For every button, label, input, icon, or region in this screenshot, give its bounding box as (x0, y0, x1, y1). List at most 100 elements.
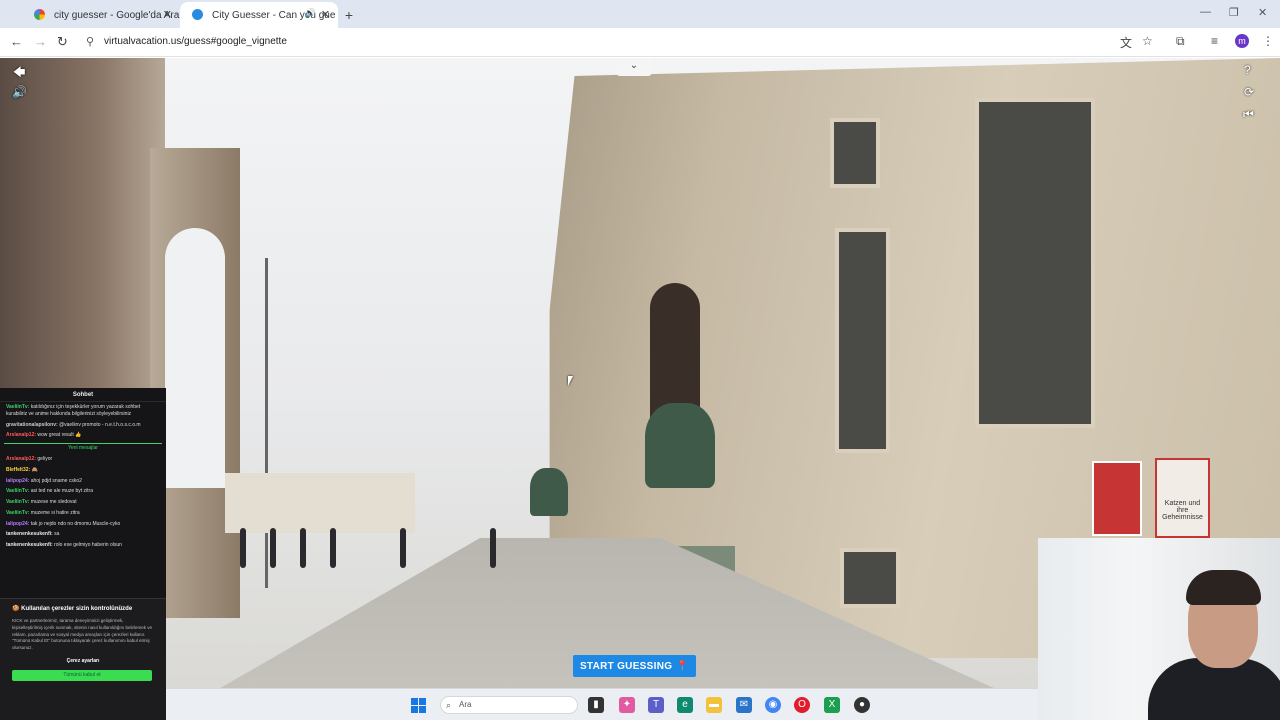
chat-user[interactable]: VaeliinTv: (6, 488, 29, 494)
lion-statue (530, 468, 568, 516)
chat-message: Arslanalp12: wow great result 👍 (0, 430, 166, 441)
distant-buildings (225, 473, 415, 533)
palace-window (840, 548, 900, 608)
chat-text: rolo ese gelmiyo haberin olsun (54, 542, 122, 548)
xbox-icon[interactable]: X (824, 697, 840, 713)
palace-window (830, 118, 880, 188)
chat-message: VaeliinTv: muzeme si hatire zitra (0, 508, 166, 519)
chat-title: Sohbet (0, 388, 166, 402)
refresh-icon[interactable]: ⟳ (1244, 85, 1254, 99)
chrome-icon[interactable]: ◉ (765, 697, 781, 713)
cookie-icon: 🍪 (12, 606, 20, 612)
tab-google-search[interactable]: city guesser - Google'da Ara ✕ (22, 2, 180, 28)
windows-taskbar: ⌕ Ara ▮ ✦ T e ▬ ✉ ◉ O X ● (166, 688, 1038, 720)
chat-user[interactable]: gravitationalapsilonv: (6, 422, 58, 428)
translate-icon[interactable]: 文 (1120, 34, 1132, 51)
chat-text: muzese me sledovat (30, 499, 77, 505)
chat-text: ahoj pdjd sname csko2 (30, 477, 82, 484)
tab-title: City Guesser - Can you gue (212, 9, 336, 21)
pedestrian (240, 528, 246, 568)
pedestrian (300, 528, 306, 568)
chat-text: 🙈 (31, 466, 38, 473)
forward-icon[interactable]: → (34, 34, 47, 49)
tab-city-guesser[interactable]: City Guesser - Can you gue 🔊 ✕ (180, 2, 338, 28)
mouse-cursor-icon (568, 376, 573, 386)
chat-user[interactable]: Bleffelt32: (6, 467, 30, 473)
minimize-icon[interactable]: — (1200, 6, 1211, 18)
chat-message: Arslanalp12: geliyor (0, 454, 166, 465)
chat-text: muzeme si hatire zitra (30, 509, 80, 516)
google-icon (34, 9, 45, 20)
chat-text: wow great result 👍 (37, 432, 82, 439)
cookie-settings-button[interactable]: Çerez ayarları (12, 658, 154, 664)
start-guessing-label: START GUESSING (579, 660, 673, 672)
globe-icon (192, 9, 203, 20)
windows-start-icon[interactable] (411, 698, 426, 713)
arrow-left-icon[interactable]: 🡄 (13, 63, 25, 84)
chat-user[interactable]: lalipop24: (6, 478, 29, 484)
reading-list-icon[interactable]: ≡ (1211, 34, 1218, 48)
street-lamp (265, 258, 268, 588)
reload-icon[interactable]: ↻ (57, 34, 68, 50)
chat-user[interactable]: VaeliinTv: (6, 404, 29, 410)
extensions-icon[interactable]: ⧉ (1176, 34, 1185, 49)
chat-message: Bleffelt32: 🙈 (0, 465, 166, 476)
taskbar-search[interactable]: ⌕ Ara (440, 696, 578, 714)
teams-icon[interactable]: T (648, 697, 664, 713)
task-view-icon[interactable]: ▮ (588, 697, 604, 713)
opera-icon[interactable]: O (794, 697, 810, 713)
back-icon[interactable]: ← (10, 34, 23, 49)
poster-cats: Katzen und ihre Geheimnisse (1155, 458, 1210, 538)
chat-message: lalipop24: tak jo nejdo ndo no dmomu Mus… (0, 519, 166, 530)
webcam-overlay (1038, 538, 1280, 720)
chat-text: @vaeliinv promoto - n.e.t.h.o.s.c.o.m (59, 421, 141, 428)
chat-message: tankenenkesukenfi: sa (0, 529, 166, 540)
chat-message: tankenenkesukenfi: rolo ese gelmiyo habe… (0, 540, 166, 551)
start-guessing-button[interactable]: START GUESSING 📍 (573, 655, 696, 677)
new-messages-divider: Yeni mesajlar (4, 443, 162, 452)
chat-user[interactable]: Arslanalp12: (6, 456, 36, 462)
chat-user[interactable]: VaeliinTv: (6, 510, 29, 516)
cookie-accept-button[interactable]: Tümünü kabul et (12, 669, 152, 681)
archway-opening (165, 228, 225, 488)
help-icon[interactable]: ? (1244, 63, 1251, 77)
chat-message: VaeliinTv: katıldığınız için teşekkürler… (0, 402, 166, 420)
address-bar[interactable]: ⚲ virtualvacation.us/guess#google_vignet… (78, 32, 1168, 53)
map-pin-icon: 📍 (676, 660, 690, 672)
chat-user[interactable]: lalipop24: (6, 521, 29, 527)
close-icon[interactable]: ✕ (163, 8, 172, 21)
chat-user[interactable]: tankenenkesukenfi: (6, 531, 53, 537)
edge-icon[interactable]: e (677, 697, 693, 713)
chat-text: geliyor (37, 456, 53, 462)
chevron-down-icon[interactable]: ⌄ (616, 58, 652, 76)
chat-message: VaeliinTv: asi ted ne ale muze byt zitra (0, 486, 166, 497)
speaker-icon[interactable]: 🔊 (12, 85, 27, 99)
close-window-icon[interactable]: ✕ (1258, 6, 1267, 19)
chat-user[interactable]: tankenenkesukenfi: (6, 542, 53, 548)
chat-message: gravitationalapsilonv: @vaeliinv promoto… (0, 420, 166, 431)
bookmark-star-icon[interactable]: ☆ (1142, 34, 1153, 48)
chat-user[interactable]: Arslanalp12: (6, 432, 36, 438)
maximize-icon[interactable]: ❐ (1229, 6, 1239, 19)
cookie-consent-panel: 🍪 Kullanılan çerezler sizin kontrolünüzd… (0, 598, 166, 720)
chat-user[interactable]: VaeliinTv: (6, 499, 29, 505)
chat-text: tak jo nejdo ndo no dmomu Muscle-cyko (30, 520, 121, 527)
file-explorer-icon[interactable]: ▬ (706, 697, 722, 713)
menu-icon[interactable]: ⋮ (1262, 34, 1274, 48)
streamer-hair (1186, 570, 1261, 605)
search-icon: ⌕ (446, 700, 452, 710)
pedestrian (490, 528, 496, 568)
speaker-icon[interactable]: 🔊 (305, 8, 316, 19)
copilot-icon[interactable]: ✦ (619, 697, 635, 713)
skip-back-icon[interactable]: ⏮ (1243, 107, 1254, 122)
tab-bar: city guesser - Google'da Ara ✕ City Gues… (0, 0, 1280, 28)
profile-avatar[interactable]: m (1235, 34, 1249, 48)
site-info-icon[interactable]: ⚲ (86, 35, 94, 48)
close-icon[interactable]: ✕ (321, 8, 330, 21)
new-tab-button[interactable]: + (338, 2, 360, 28)
pedestrian (270, 528, 276, 568)
cookie-title: 🍪 Kullanılan çerezler sizin kontrolünüzd… (12, 605, 154, 612)
cookie-body: KICK ve partnerlerimiz, tarama deneyimin… (12, 618, 153, 650)
outlook-icon[interactable]: ✉ (736, 697, 752, 713)
app-icon[interactable]: ● (854, 697, 870, 713)
